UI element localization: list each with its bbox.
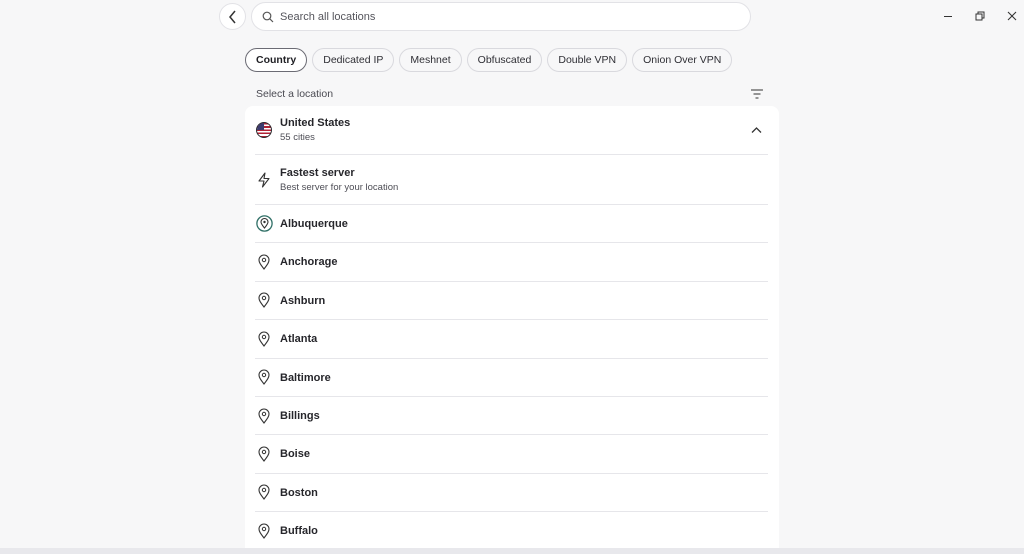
- city-name: Atlanta: [280, 333, 318, 346]
- country-row-united-states[interactable]: United States 55 cities: [255, 106, 768, 155]
- close-icon: [1007, 11, 1017, 21]
- country-name: United States: [280, 117, 351, 129]
- city-name: Buffalo: [280, 525, 318, 538]
- section-label: Select a location: [256, 88, 334, 100]
- chevron-left-icon: [228, 10, 236, 23]
- tab-obfuscated[interactable]: Obfuscated: [466, 48, 543, 72]
- city-row[interactable]: Albuquerque: [255, 205, 768, 244]
- tab-meshnet[interactable]: Meshnet: [399, 48, 462, 72]
- restore-button[interactable]: [970, 6, 990, 26]
- location-pin-icon: [255, 215, 273, 233]
- location-pin-icon: [255, 330, 273, 348]
- city-name: Boston: [280, 486, 318, 499]
- city-row[interactable]: Atlanta: [255, 320, 768, 359]
- location-pin-icon: [255, 483, 273, 501]
- location-pin-icon: [255, 407, 273, 425]
- city-name: Baltimore: [280, 371, 331, 384]
- city-row[interactable]: Boston: [255, 474, 768, 513]
- city-row[interactable]: Baltimore: [255, 359, 768, 397]
- filter-button[interactable]: [748, 85, 766, 103]
- taskbar-strip: [0, 548, 1024, 554]
- location-pin-icon: [255, 253, 273, 271]
- lightning-icon: [255, 171, 273, 189]
- search-icon: [262, 11, 274, 22]
- fastest-server-title: Fastest server: [280, 167, 355, 179]
- city-row[interactable]: Buffalo: [255, 512, 768, 551]
- city-name: Boise: [280, 448, 310, 461]
- tab-country[interactable]: Country: [245, 48, 308, 72]
- tab-onion-over-vpn[interactable]: Onion Over VPN: [632, 48, 733, 72]
- location-list: United States 55 cities Fastest server B…: [245, 106, 779, 554]
- city-row[interactable]: Boise: [255, 435, 768, 474]
- city-name: Albuquerque: [280, 218, 348, 230]
- fastest-server-row[interactable]: Fastest server Best server for your loca…: [255, 155, 768, 205]
- search-bar[interactable]: [251, 2, 751, 31]
- fastest-server-subtitle: Best server for your location: [280, 182, 399, 193]
- minimize-button[interactable]: [938, 6, 958, 26]
- city-name: Anchorage: [280, 256, 338, 269]
- restore-icon: [975, 11, 985, 21]
- chevron-up-icon[interactable]: [751, 127, 762, 134]
- tab-dedicated-ip[interactable]: Dedicated IP: [312, 48, 395, 72]
- city-row[interactable]: Ashburn: [255, 282, 768, 321]
- location-pin-icon: [255, 291, 273, 309]
- country-cities-count: 55 cities: [280, 132, 315, 143]
- city-row[interactable]: Billings: [255, 397, 768, 436]
- city-name: Billings: [280, 410, 320, 422]
- location-pin-icon: [255, 445, 273, 463]
- category-tabs: Country Dedicated IP Meshnet Obfuscated …: [245, 48, 733, 72]
- filter-icon: [751, 89, 763, 99]
- location-pin-icon: [255, 522, 273, 540]
- tab-double-vpn[interactable]: Double VPN: [547, 48, 628, 72]
- city-name: Ashburn: [280, 294, 326, 307]
- location-pin-icon: [255, 368, 273, 386]
- city-row[interactable]: Anchorage: [255, 243, 768, 282]
- close-button[interactable]: [1002, 6, 1022, 26]
- us-flag-icon: [255, 121, 273, 139]
- search-input[interactable]: [280, 10, 720, 23]
- back-button[interactable]: [219, 3, 246, 30]
- minimize-icon: [944, 16, 952, 17]
